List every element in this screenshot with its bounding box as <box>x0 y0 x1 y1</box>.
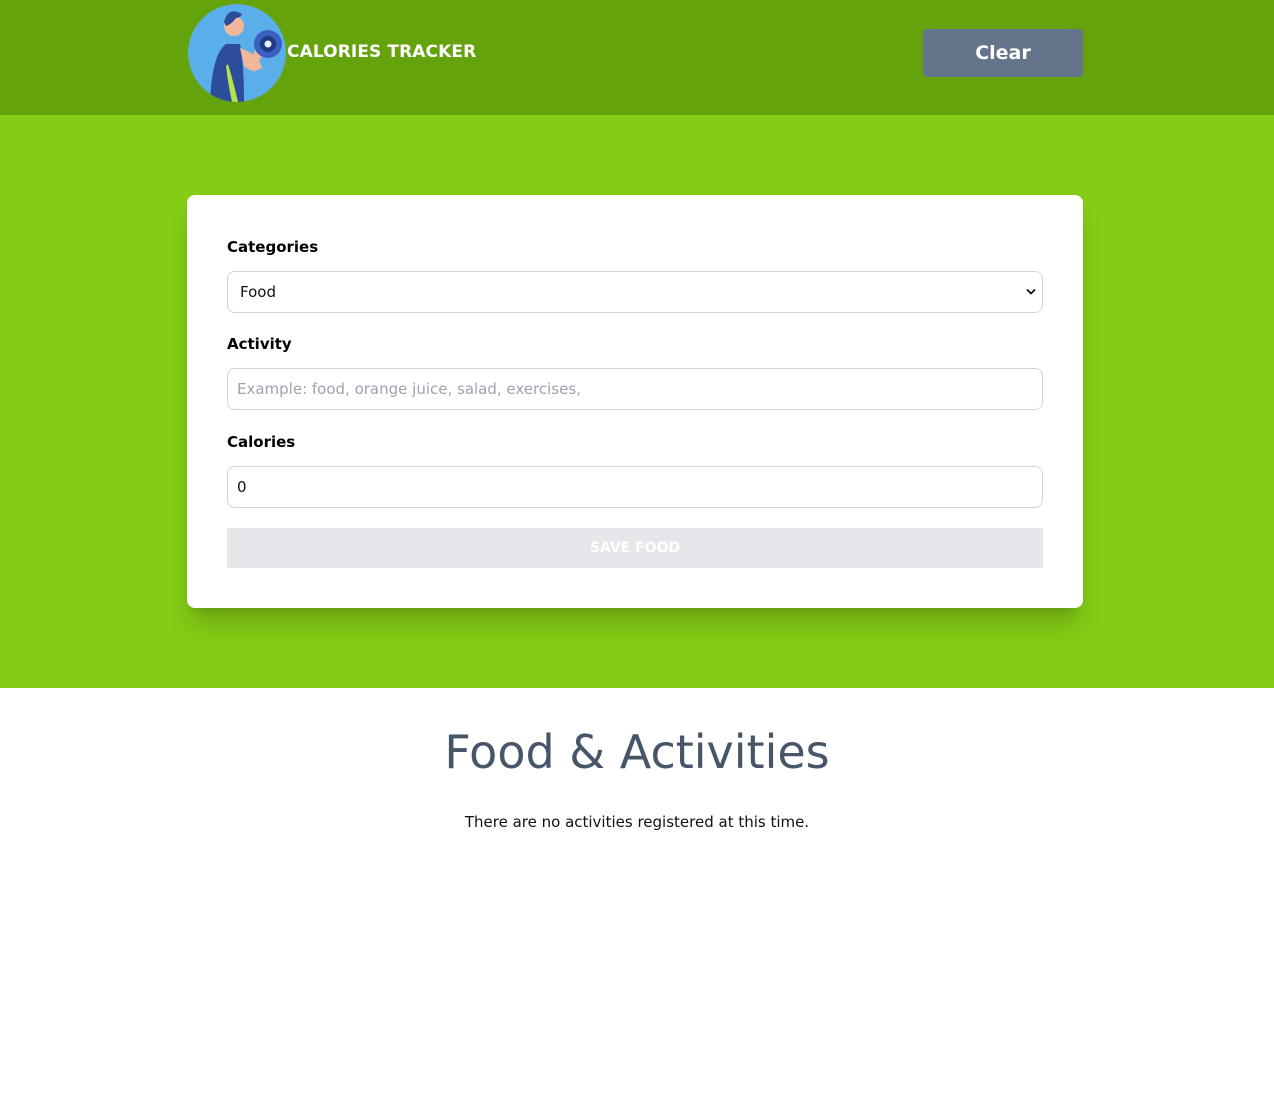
category-select[interactable]: Food <box>227 271 1043 313</box>
form-section: Categories Food Activity Example: food, … <box>0 115 1274 688</box>
calories-label: Calories <box>227 433 296 451</box>
activity-form: Categories Food Activity Example: food, … <box>187 195 1083 608</box>
fitness-man-dumbbell-icon <box>188 4 286 102</box>
clear-button[interactable]: Clear <box>923 29 1083 77</box>
activity-input[interactable]: Example: food, orange juice, salad, exer… <box>227 368 1043 410</box>
app-title: CALORIES TRACKER <box>287 42 477 62</box>
calories-value: 0 <box>237 478 247 496</box>
empty-activities-message: There are no activities registered at th… <box>464 813 810 831</box>
calories-input[interactable]: 0 <box>227 466 1043 508</box>
chevron-down-icon <box>1026 289 1036 295</box>
save-food-button[interactable]: Save Food <box>227 528 1043 568</box>
activity-placeholder: Example: food, orange juice, salad, exer… <box>237 380 581 398</box>
category-selected-value: Food <box>240 283 276 301</box>
app-header: CALORIES TRACKER Clear <box>0 0 1274 115</box>
activity-label: Activity <box>227 335 292 353</box>
category-label: Categories <box>227 238 319 256</box>
activities-title: Food & Activities <box>444 725 830 779</box>
